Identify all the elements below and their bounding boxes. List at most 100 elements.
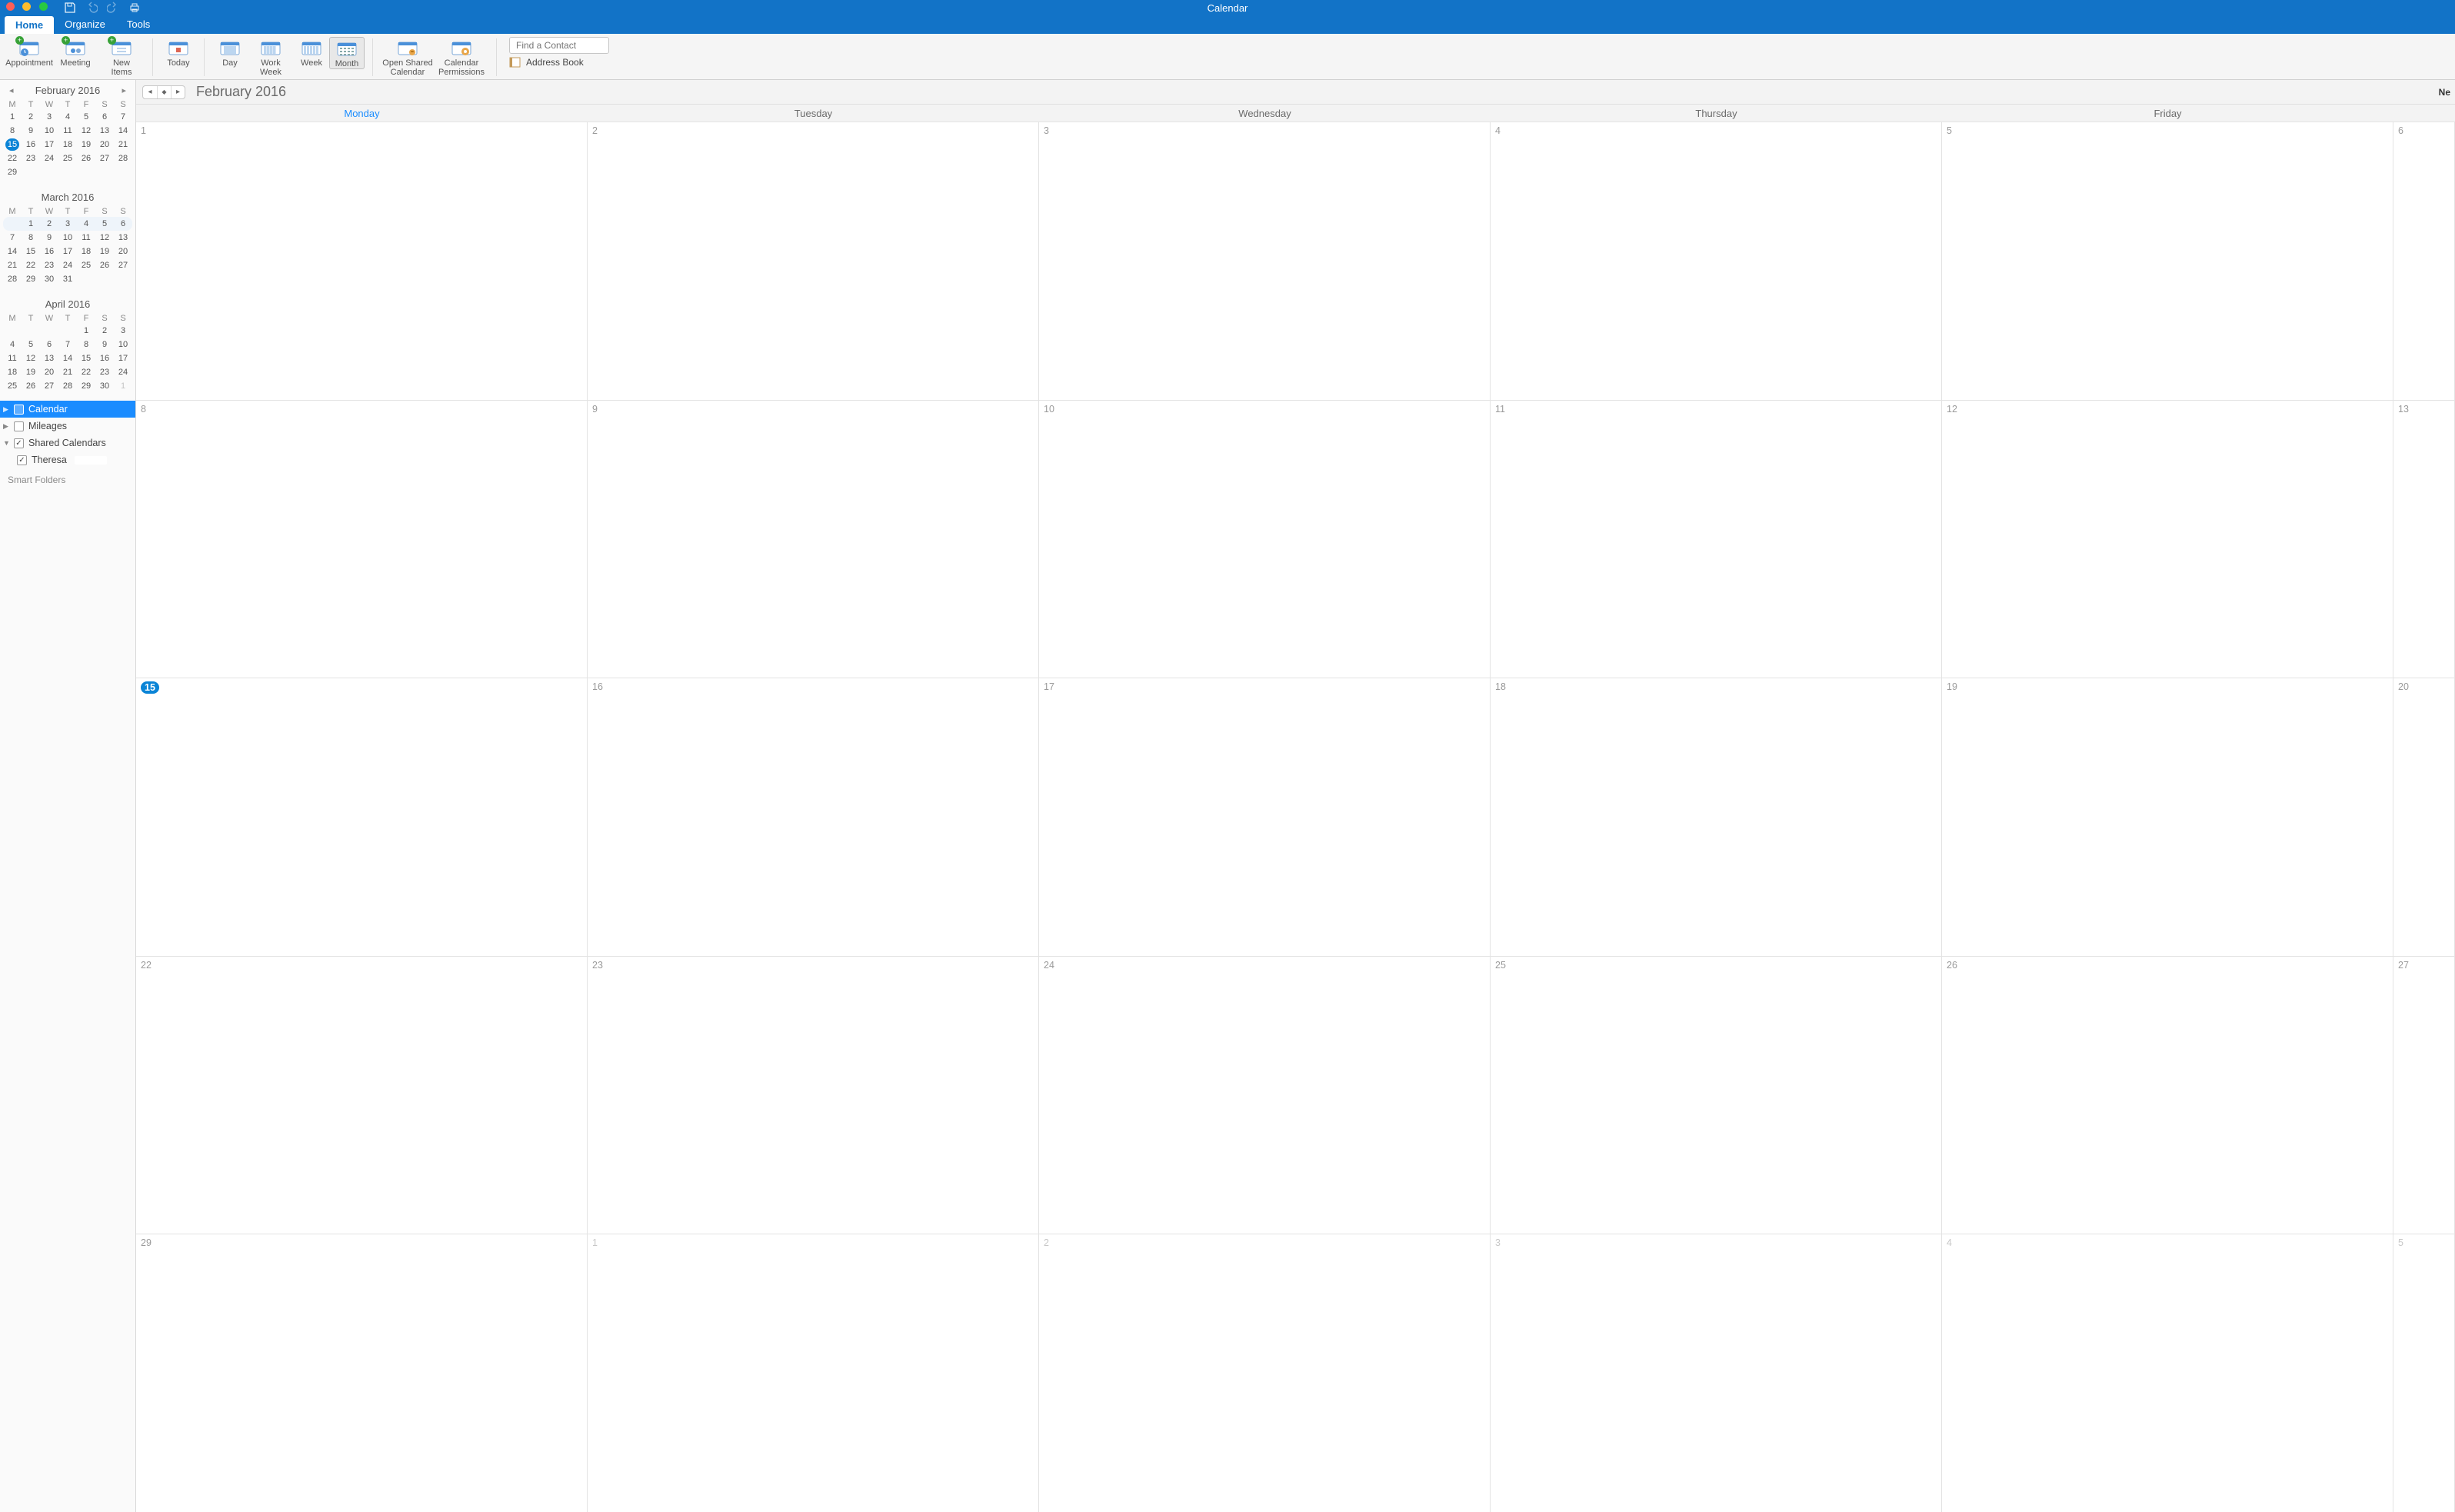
mini-day[interactable]: 6 [40,338,58,351]
day-cell[interactable]: 5 [2393,1234,2455,1512]
ribbon-today-button[interactable]: Today [161,37,196,68]
mini-day[interactable]: 11 [58,124,77,138]
mini-day[interactable]: 16 [22,138,40,152]
mini-day[interactable]: 28 [114,152,132,165]
mini-day[interactable]: 27 [40,379,58,393]
mini-day[interactable]: 19 [95,245,114,258]
mini-day[interactable]: 26 [22,379,40,393]
day-cell[interactable]: 13 [2393,401,2455,678]
tab-home[interactable]: Home [5,16,54,34]
mini-day[interactable]: 12 [22,351,40,365]
day-cell[interactable]: 26 [1942,957,2393,1234]
mini-day[interactable]: 15 [22,245,40,258]
mini-day[interactable]: 19 [22,365,40,379]
mini-day[interactable]: 6 [114,217,132,231]
mini-day[interactable]: 8 [77,338,95,351]
day-cell[interactable]: 16 [588,678,1039,956]
mini-day[interactable]: 11 [77,231,95,245]
tab-organize[interactable]: Organize [54,15,116,33]
mini-day[interactable]: 31 [58,272,77,286]
mini-day[interactable]: 17 [114,351,132,365]
mini-day[interactable]: 21 [114,138,132,152]
mini-day[interactable]: 13 [95,124,114,138]
mini-day[interactable]: 10 [58,231,77,245]
mini-day[interactable]: 2 [95,324,114,338]
mini-day[interactable]: 22 [22,258,40,272]
mini-cal-prev-icon[interactable]: ◂ [6,84,17,97]
ribbon-week-button[interactable]: Week [294,37,329,68]
mini-day[interactable]: 8 [22,231,40,245]
checkbox-icon[interactable]: ✓ [14,438,24,448]
mini-day[interactable]: 3 [114,324,132,338]
day-cell[interactable]: 4 [1942,1234,2393,1512]
mini-day[interactable]: 1 [3,110,22,124]
day-cell[interactable]: 6 [2393,122,2455,400]
day-cell[interactable]: 10 [1039,401,1491,678]
mini-day[interactable]: 4 [58,110,77,124]
mini-day[interactable]: 20 [114,245,132,258]
day-cell[interactable]: 11 [1491,401,1942,678]
mini-day[interactable]: 25 [58,152,77,165]
find-contact-input[interactable] [509,37,609,54]
mini-day[interactable]: 5 [77,110,95,124]
ribbon-meeting-button[interactable]: +Meeting [52,37,98,68]
sidebar-item-theresa[interactable]: ✓Theresa [0,451,135,468]
mini-day[interactable]: 13 [40,351,58,365]
ribbon-appointment-button[interactable]: +Appointment [6,37,52,68]
mini-cal-title[interactable]: March 2016 [42,191,95,203]
mini-day[interactable]: 20 [95,138,114,152]
mini-day[interactable]: 13 [114,231,132,245]
mini-day[interactable]: 1 [114,379,132,393]
mini-day[interactable]: 18 [3,365,22,379]
mini-day[interactable]: 15 [3,138,22,152]
mini-day[interactable]: 20 [40,365,58,379]
day-cell[interactable]: 2 [1039,1234,1491,1512]
day-cell[interactable]: 19 [1942,678,2393,956]
mini-day[interactable]: 6 [95,110,114,124]
mini-day[interactable]: 7 [3,231,22,245]
mini-day[interactable]: 14 [3,245,22,258]
day-cell[interactable]: 5 [1942,122,2393,400]
day-cell[interactable]: 20 [2393,678,2455,956]
mini-day[interactable]: 5 [22,338,40,351]
mini-day[interactable]: 9 [40,231,58,245]
mini-day[interactable]: 28 [58,379,77,393]
mini-day[interactable]: 16 [95,351,114,365]
sidebar-item-shared[interactable]: ▼✓Shared Calendars [0,435,135,451]
mini-day[interactable]: 5 [95,217,114,231]
mini-day[interactable]: 4 [77,217,95,231]
mini-day[interactable]: 24 [114,365,132,379]
mini-day[interactable]: 7 [58,338,77,351]
address-book-button[interactable]: Address Book [509,57,609,68]
day-cell[interactable]: 22 [136,957,588,1234]
day-cell[interactable]: 27 [2393,957,2455,1234]
day-cell[interactable]: 3 [1491,1234,1942,1512]
undo-icon[interactable] [85,2,98,14]
mini-day[interactable]: 24 [58,258,77,272]
day-cell[interactable]: 17 [1039,678,1491,956]
day-cell[interactable]: 2 [588,122,1039,400]
mini-day[interactable]: 18 [77,245,95,258]
day-cell[interactable]: 15 [136,678,588,956]
mini-day[interactable]: 19 [77,138,95,152]
mini-day[interactable]: 29 [22,272,40,286]
calendar-nav[interactable]: ◂ ◆ ▸ [142,85,185,99]
mini-day[interactable]: 30 [40,272,58,286]
day-cell[interactable]: 1 [136,122,588,400]
day-cell[interactable]: 3 [1039,122,1491,400]
day-cell[interactable]: 25 [1491,957,1942,1234]
minimize-icon[interactable] [22,2,31,11]
ribbon-work-week-button[interactable]: Work Week [248,37,294,77]
mini-day[interactable]: 15 [77,351,95,365]
nav-next-icon[interactable]: ▸ [171,86,185,98]
ribbon-new-items-button[interactable]: +New Items [98,37,145,77]
mini-day[interactable]: 25 [77,258,95,272]
day-cell[interactable]: 9 [588,401,1039,678]
mini-day[interactable]: 12 [77,124,95,138]
mini-day[interactable]: 29 [3,165,22,179]
day-cell[interactable]: 4 [1491,122,1942,400]
month-grid[interactable]: 1234568910111213151617181920222324252627… [136,122,2455,1512]
mini-day[interactable]: 21 [58,365,77,379]
nav-today-icon[interactable]: ◆ [157,86,171,98]
mini-day[interactable]: 26 [77,152,95,165]
